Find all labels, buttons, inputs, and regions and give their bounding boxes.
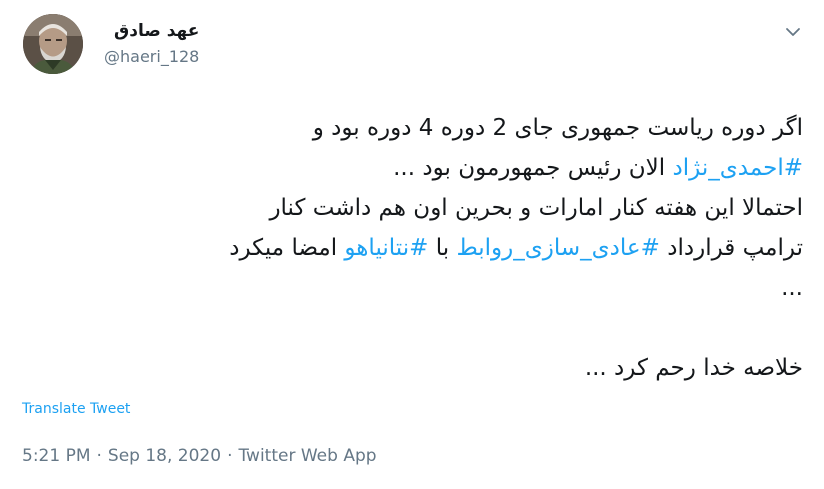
tweet-line: #احمدی_نژاد الان رئیس جمهورمون بود ... bbox=[33, 148, 803, 188]
tweet-date[interactable]: Sep 18, 2020 bbox=[108, 446, 221, 466]
avatar-photo bbox=[23, 14, 83, 74]
avatar[interactable] bbox=[23, 14, 83, 74]
tweet-line: ترامپ قرارداد #عادی_سازی_روابط با #نتانی… bbox=[33, 228, 803, 268]
tweet-text-segment: امضا میکرد bbox=[229, 235, 345, 261]
tweet-line: اگر دوره ریاست جمهوری جای 2 دوره 4 دوره … bbox=[312, 115, 803, 141]
display-name[interactable]: عهد صادق bbox=[104, 20, 199, 44]
translate-tweet-link[interactable]: Translate Tweet bbox=[22, 401, 130, 417]
tweet-line: احتمالا این هفته کنار امارات و بحرین اون… bbox=[269, 195, 803, 221]
chevron-down-icon[interactable] bbox=[783, 24, 803, 40]
separator: · bbox=[96, 446, 102, 466]
tweet-metadata: 5:21 PM · Sep 18, 2020 · Twitter Web App bbox=[22, 446, 377, 466]
tweet-card: عهد صادق @haeri_128 اگر دوره ریاست جمهور… bbox=[0, 0, 824, 489]
tweet-line: خلاصه خدا رحم کرد ... bbox=[584, 355, 803, 381]
tweet-text-segment: الان رئیس جمهورمون بود ... bbox=[393, 155, 673, 181]
tweet-source[interactable]: Twitter Web App bbox=[238, 446, 376, 466]
user-handle[interactable]: @haeri_128 bbox=[104, 47, 199, 67]
tweet-text: اگر دوره ریاست جمهوری جای 2 دوره 4 دوره … bbox=[33, 108, 803, 388]
separator: · bbox=[227, 446, 233, 466]
user-info: عهد صادق @haeri_128 bbox=[104, 20, 199, 67]
hashtag-link[interactable]: #نتانیاهو bbox=[344, 235, 428, 261]
tweet-line: ... bbox=[781, 275, 803, 301]
tweet-text-segment: ترامپ قرارداد bbox=[659, 235, 803, 261]
hashtag-link[interactable]: #احمدی_نژاد bbox=[673, 155, 803, 181]
tweet-time[interactable]: 5:21 PM bbox=[22, 446, 91, 466]
hashtag-link[interactable]: #عادی_سازی_روابط bbox=[456, 235, 659, 261]
tweet-text-segment: با bbox=[428, 235, 457, 261]
